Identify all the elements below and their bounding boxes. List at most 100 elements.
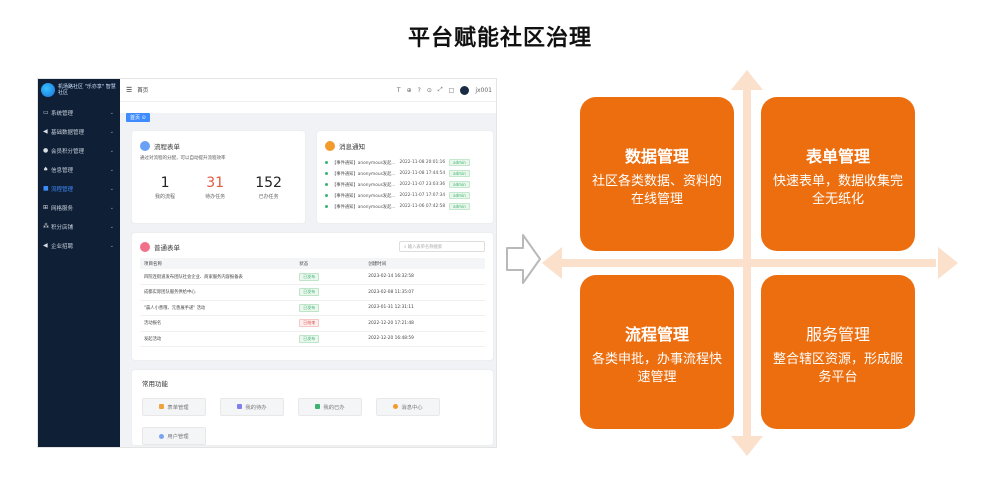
flow-icon [140,141,150,151]
bullet-icon [325,194,328,197]
table-header: 项目名称 状态 创建时间 [140,258,485,269]
bell-icon: ♠ [43,166,49,173]
sidebar-item-grid[interactable]: ⊞ 网格服务 ⌄ [38,198,120,217]
chevron-down-icon: ⌄ [109,242,114,249]
size-icon[interactable]: ⊙ [427,87,432,94]
stat-my-flow[interactable]: 1 我的流程 [155,175,175,200]
logo: 机场路社区 "乐亦享" 智慧社区 [38,79,120,101]
quick-card: 常用功能 表单管理 我的待办 我的已办 消息中心 用户管理 [132,370,493,445]
search-input[interactable]: ⌕ 输入表单名称搜索 [399,241,485,252]
table-row[interactable]: "晨人小善哦、元善展手递" 活动 已发布 2023-01-31 12:31:11 [140,300,485,316]
tabs-bar: 首页 ⊙ [120,101,496,122]
bullet-icon [325,183,328,186]
form-icon [140,241,150,252]
list-item[interactable]: 【事件通知】anonymous发起... 2022-11-08 20:01:16… [325,157,485,168]
sidebar-item-label: 流程管理 [51,186,74,193]
toolbar: T ⊕ ? ⊙ ⤢ □ jx001 [397,85,492,95]
status-badge: 已发布 [299,272,320,281]
sidebar-item-members[interactable]: ● 会员积分管理 ⌄ [38,141,120,160]
table-row[interactable]: 活动报名 已结束 2022-12-20 17:21:48 [140,315,485,332]
button-label: 用户管理 [167,434,189,440]
sidebar-item-basic-data[interactable]: ◀ 基础数据管理 ⌄ [38,122,120,141]
table-row[interactable]: 成都实际团队服务供给中心 已发布 2023-02-08 11:35:07 [140,284,485,301]
fullscreen-icon[interactable]: ⤢ [438,86,443,94]
list-item[interactable]: 【事件通知】anonymous发起... 2022-11-06 07:42:58… [325,201,485,212]
form-table: 项目名称 状态 创建时间 四院连街道发布团队社会企业、商家服务内容报备表 已发布… [140,258,485,347]
sidebar-item-label: 网格服务 [51,205,74,212]
table-row[interactable]: 发起活动 已发布 2022-12-20 16:48:59 [140,331,485,347]
menu-icon[interactable]: ☰ [126,86,132,94]
sidebar-item-jobs[interactable]: ◀ 企业招聘 ⌄ [38,236,120,255]
list-item[interactable]: 【事件通知】anonymous发起... 2022-11-08 17:44:54… [325,168,485,179]
stat-label: 已办任务 [258,194,279,200]
quadrant-form-management: 表单管理 快速表单，数据收集完全无纸化 [761,97,915,251]
logo-mark [41,83,55,97]
avatar[interactable] [460,85,470,95]
quick-card-title: 常用功能 [142,380,168,388]
stat-number: 1 [160,175,170,191]
notice-text: 【事件通知】anonymous发起... [332,204,396,210]
my-done-button[interactable]: 我的已办 [298,397,362,416]
slide-title: 平台赋能社区治理 [407,26,592,51]
bullet-icon [325,161,328,164]
user-icon: ● [43,147,49,154]
notice-text: 【事件通知】anonymous发起... [332,171,396,177]
sidebar-item-label: 企业招聘 [51,243,74,250]
cell-name: 活动报名 [140,315,296,332]
text-icon[interactable]: T [397,87,401,94]
sidebar-item-info[interactable]: ♠ 信息管理 ⌄ [38,160,120,179]
message-center-button[interactable]: 消息中心 [376,397,440,416]
question-icon[interactable]: ? [418,87,421,94]
quick-buttons-row2: 用户管理 [142,424,483,445]
column-header: 项目名称 [140,258,296,269]
stat-label: 我的流程 [155,194,176,200]
flow-card-desc: 通过对流程的分配，可以自动提升流程效率 [140,156,226,161]
list-item[interactable]: 【事件通知】anonymous发起... 2022-11-07 17:07:34… [325,190,485,201]
quadrant-desc: 快速表单，数据收集完全无纸化 [772,174,903,207]
notice-time: 2022-11-08 20:01:16 [399,160,446,165]
quadrant-flow-management: 流程管理 各类申批，办事流程快速管理 [580,275,734,429]
column-header: 状态 [295,258,365,269]
stat-number: 152 [255,175,282,191]
notice-text: 【事件通知】anonymous发起... [332,193,396,199]
quadrant-desc: 社区各类数据、资料的在线管理 [591,174,722,207]
cell-time: 2023-02-14 16:32:58 [364,269,485,285]
form-card-title: 普通表单 ⌕ 输入表单名称搜索 [140,241,485,252]
stat-todo[interactable]: 31 待办任务 [205,175,225,200]
github-icon[interactable]: ⊕ [407,87,412,94]
chevron-down-icon: ⌄ [109,204,114,211]
notice-tag: admin [449,159,470,166]
cell-time: 2022-12-20 16:48:59 [364,331,485,347]
lock-icon[interactable]: □ [449,87,455,94]
bell-icon [393,404,399,409]
sidebar-item-label: 会员积分管理 [51,148,85,155]
user-manage-button[interactable]: 用户管理 [142,427,206,445]
sidebar-item-label: 信息管理 [51,167,74,174]
list-item[interactable]: 【事件通知】anonymous发起... 2022-11-07 23:03:36… [325,179,485,190]
status-badge: 已结束 [299,319,320,328]
sidebar-item-flow[interactable]: ■ 流程管理 ⌄ [38,179,120,198]
sidebar-item-label: 基础数据管理 [51,129,85,136]
quadrant-diagram: 数据管理 社区各类数据、资料的在线管理 表单管理 快速表单，数据收集完全无纸化 … [540,68,960,458]
cell-status: 已结束 [295,315,365,332]
breadcrumb[interactable]: 首页 [137,86,148,94]
table-row[interactable]: 四院连街道发布团队社会企业、商家服务内容报备表 已发布 2023-02-14 1… [140,269,485,285]
done-icon [315,404,321,409]
topbar: ☰ 首页 T ⊕ ? ⊙ ⤢ □ jx001 [120,79,496,101]
username[interactable]: jx001 [475,87,492,94]
send-icon: ◀ [43,242,48,249]
chevron-down-icon: ⌄ [109,109,114,116]
my-todo-button[interactable]: 我的待办 [220,397,284,416]
chevron-down-icon: ⌄ [109,185,114,192]
quadrant-data-management: 数据管理 社区各类数据、资料的在线管理 [580,97,734,251]
form-manage-button[interactable]: 表单管理 [142,397,206,416]
flow-stats: 1 我的流程 31 待办任务 152 已办任务 [140,175,297,200]
chevron-down-icon: ⌄ [109,223,114,230]
sidebar-item-system[interactable]: ▭ 系统管理 ⌄ [38,103,120,122]
sidebar-item-shop[interactable]: ⁂ 积分店铺 ⌄ [38,217,120,236]
stat-done[interactable]: 152 已办任务 [255,175,282,200]
tab-home[interactable]: 首页 ⊙ [126,113,150,122]
notice-tag: admin [449,170,470,177]
column-header: 创建时间 [364,258,485,269]
status-badge: 已发布 [299,334,320,343]
